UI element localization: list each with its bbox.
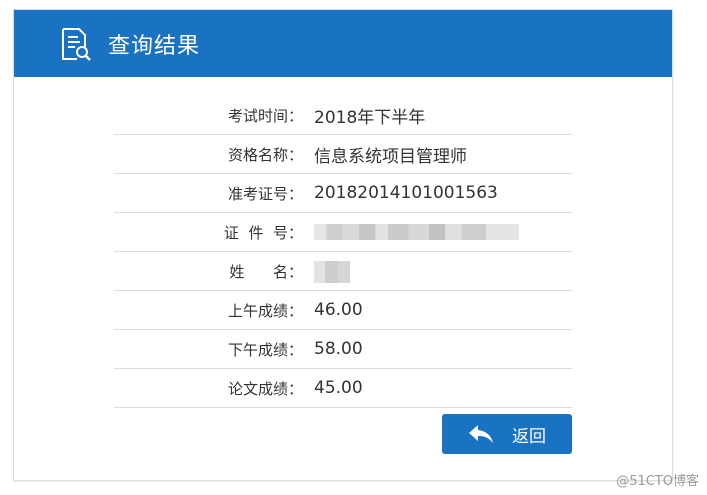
- row-exam-time: 考试时间： 2018年下半年: [114, 96, 572, 135]
- row-morning-score: 上午成绩： 46.00: [114, 291, 572, 330]
- morning-score-label: 上午成绩：: [227, 301, 303, 320]
- row-essay-score: 论文成绩： 45.00: [114, 369, 572, 408]
- row-admission-number: 准考证号： 20182014101001563: [114, 174, 572, 213]
- back-button[interactable]: 返回: [442, 414, 572, 454]
- morning-score-value: 46.00: [314, 300, 363, 320]
- name-redacted: [314, 261, 350, 283]
- row-qualification: 资格名称： 信息系统项目管理师: [114, 135, 572, 174]
- reply-arrow-icon: [469, 425, 493, 443]
- document-search-icon: [62, 27, 91, 61]
- query-result-panel: 查询结果 考试时间： 2018年下半年 资格名称： 信息系统项目管理师 准考证号…: [13, 9, 673, 481]
- essay-score-label: 论文成绩：: [227, 379, 303, 398]
- id-number-label: 证 件 号：: [223, 223, 303, 242]
- exam-time-value: 2018年下半年: [314, 107, 426, 128]
- watermark: @51CTO博客: [616, 474, 699, 489]
- exam-time-label: 考试时间：: [227, 106, 303, 125]
- admission-number-label: 准考证号：: [227, 184, 303, 203]
- qualification-value: 信息系统项目管理师: [314, 146, 467, 167]
- page-title: 查询结果: [108, 33, 201, 59]
- name-label: 姓 名：: [229, 262, 303, 281]
- result-table: 考试时间： 2018年下半年 资格名称： 信息系统项目管理师 准考证号： 201…: [114, 96, 572, 408]
- afternoon-score-label: 下午成绩：: [227, 340, 303, 359]
- admission-number-value: 20182014101001563: [314, 183, 498, 203]
- row-name: 姓 名：: [114, 252, 572, 291]
- row-afternoon-score: 下午成绩： 58.00: [114, 330, 572, 369]
- id-number-redacted: [314, 224, 519, 240]
- afternoon-score-value: 58.00: [314, 339, 363, 359]
- qualification-label: 资格名称：: [227, 145, 303, 164]
- row-id-number: 证 件 号：: [114, 213, 572, 252]
- panel-header: 查询结果: [14, 10, 672, 77]
- essay-score-value: 45.00: [314, 378, 363, 398]
- back-button-label: 返回: [512, 426, 546, 447]
